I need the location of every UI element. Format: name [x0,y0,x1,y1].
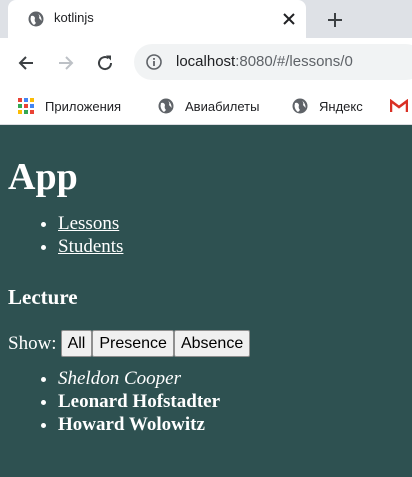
address-bar[interactable]: localhost:8080/#/lessons/0 [134,44,412,80]
filter-presence-button[interactable]: Presence [92,330,174,357]
student-item: Sheldon Cooper [58,367,404,390]
filter-row: Show: All Presence Absence [8,330,404,357]
bookmark-label: Приложения [45,98,122,114]
bookmark-gmail[interactable] [390,97,408,115]
bookmarks-bar: Приложения Авиабилеты Яндекс [0,88,412,125]
info-icon[interactable] [146,54,162,70]
browser-tab[interactable]: kotlinjs [8,0,306,38]
tab-strip: kotlinjs [0,0,412,38]
forward-arrow-icon[interactable] [54,51,78,75]
app-root: App Lessons Students Lecture Show: All P… [0,125,412,436]
gmail-icon [390,99,408,112]
url-path: :8080/#/lessons/0 [235,53,353,70]
nav-links: Lessons Students [8,212,404,258]
bookmark-apps[interactable]: Приложения [18,97,121,115]
globe-icon [292,98,308,114]
filter-absence-button[interactable]: Absence [173,330,251,357]
lecture-heading: Lecture [8,285,78,309]
bookmark-label: Яндекс [319,98,363,114]
globe-icon [158,98,174,114]
nav-item-lessons: Lessons [58,212,404,235]
student-item: Leonard Hofstadter [58,390,404,413]
show-label: Show: [8,332,57,354]
back-arrow-icon[interactable] [14,51,38,75]
app-title: App [8,156,78,198]
url-text: localhost:8080/#/lessons/0 [176,53,353,70]
student-list: Sheldon Cooper Leonard Hofstadter Howard… [8,367,404,436]
close-tab-icon[interactable] [278,8,300,30]
url-host: localhost [176,53,236,70]
reload-icon[interactable] [93,51,117,75]
bookmark-aviabilety[interactable]: Авиабилеты [158,97,259,115]
new-tab-plus-icon[interactable] [322,7,348,33]
globe-icon [28,11,44,27]
browser-toolbar: localhost:8080/#/lessons/0 [0,38,412,88]
apps-grid-icon [18,98,34,114]
bookmark-yandex[interactable]: Яндекс [292,97,363,115]
bookmark-label: Авиабилеты [185,98,260,114]
filter-all-button[interactable]: All [60,330,93,357]
lessons-link[interactable]: Lessons [58,213,119,234]
nav-item-students: Students [58,235,404,258]
tab-title: kotlinjs [54,10,94,25]
student-item: Howard Wolowitz [58,413,404,436]
students-link[interactable]: Students [58,236,123,257]
